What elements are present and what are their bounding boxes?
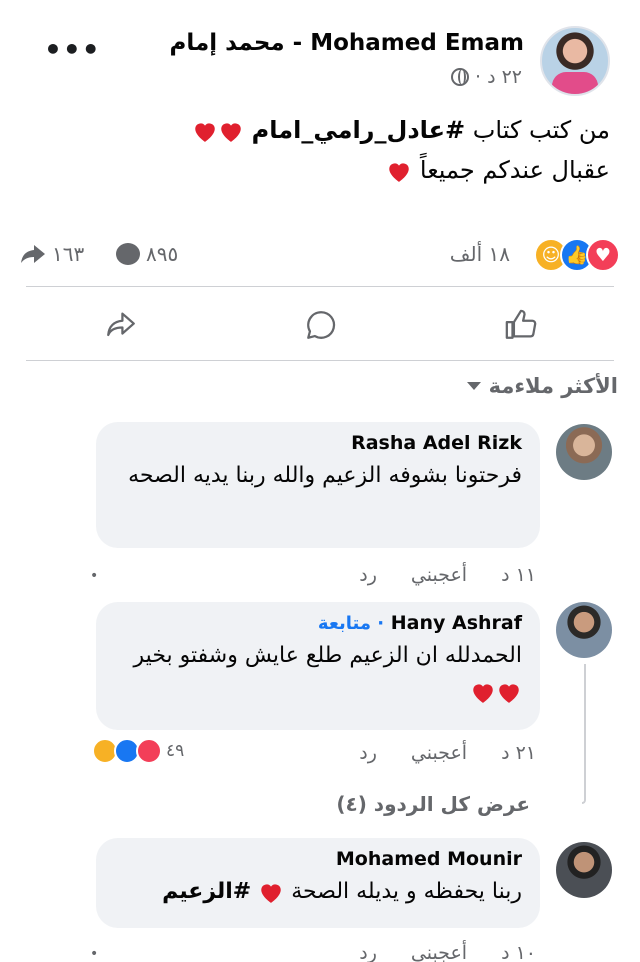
sort-label: الأكثر ملاءمة — [488, 374, 618, 398]
comment-icon — [307, 311, 336, 339]
commenter-name[interactable]: Hany Ashraf — [391, 612, 522, 634]
post-time[interactable]: ٢٢ د · — [475, 66, 522, 88]
share-arrow-icon — [21, 245, 45, 263]
comment-actions: ١٠ د أعجبني رد — [359, 942, 536, 962]
comment-reactions[interactable]: ٤٩ — [92, 738, 184, 764]
comment-hashtag[interactable]: #الزعيم — [162, 879, 251, 904]
thumbs-up-icon — [505, 309, 537, 339]
heart-emoji-icon — [195, 123, 215, 142]
comment-time[interactable]: ١٠ د — [501, 942, 536, 962]
share-icon — [107, 312, 135, 337]
comment-dot: • — [90, 568, 99, 584]
post-meta: ٢٢ د · — [450, 66, 522, 88]
follow-link[interactable]: · متابعة — [318, 613, 384, 634]
comment-bubble: Mohamed Mounir ربنا يحفظه و يديله الصحة … — [96, 838, 540, 928]
comment-bubble-icon — [116, 243, 140, 265]
comment-bubble: Hany Ashraf · متابعة الحمدلله ان الزعيم … — [96, 602, 540, 730]
comment-like-link[interactable]: أعجبني — [411, 942, 467, 962]
comment-actions: ٢١ د أعجبني رد — [359, 742, 536, 764]
comment-button[interactable] — [296, 302, 346, 348]
reactions-count[interactable]: ١٨ ألف — [450, 242, 510, 266]
heart-emoji-icon — [499, 684, 519, 703]
divider — [26, 360, 614, 361]
comment-text: فرحتونا بشوفه الزعيم والله ربنا يديه الص… — [128, 463, 522, 488]
heart-emoji-icon — [389, 163, 409, 182]
comment-text: الحمدلله ان الزعيم طلع عايش وشفتو بخير — [114, 638, 522, 710]
comment-time[interactable]: ٢١ د — [501, 742, 536, 764]
reaction-icons[interactable]: ☺ 👍 ♥ — [534, 238, 620, 272]
heart-emoji-icon — [221, 123, 241, 142]
heart-emoji-icon — [261, 884, 281, 903]
caret-down-icon — [466, 382, 481, 390]
comment-reply-link[interactable]: رد — [359, 564, 377, 586]
comment-dot: • — [90, 946, 99, 962]
like-button[interactable] — [496, 302, 546, 348]
share-button[interactable] — [96, 302, 146, 348]
comments-count[interactable]: ٨٩٥ — [116, 242, 178, 266]
love-reaction-icon: ♥ — [586, 238, 620, 272]
comment-like-link[interactable]: أعجبني — [411, 564, 467, 586]
commenter-name[interactable]: Mohamed Mounir — [114, 848, 522, 870]
comment-like-link[interactable]: أعجبني — [411, 742, 467, 764]
heart-emoji-icon — [473, 684, 493, 703]
comment-bubble: Rasha Adel Rizk فرحتونا بشوفه الزعيم وال… — [96, 422, 540, 548]
reactions-summary: ☺ 👍 ♥ ١٨ ألف ٨٩٥ ١٦٣ — [20, 236, 620, 276]
divider — [26, 286, 614, 287]
more-options-icon[interactable]: ••• — [44, 36, 101, 64]
shares-count-value: ١٦٣ — [52, 242, 85, 266]
comment-reactions-count: ٤٩ — [166, 741, 185, 761]
post-author-name[interactable]: Mohamed Emam - محمد إمام — [169, 30, 524, 56]
comments-count-value: ٨٩٥ — [146, 242, 179, 266]
comment-reply-link[interactable]: رد — [359, 742, 377, 764]
commenter-name[interactable]: Rasha Adel Rizk — [114, 432, 522, 454]
comment-text-body: ربنا يحفظه و يديله الصحة — [291, 879, 522, 904]
comment-sort-dropdown[interactable]: الأكثر ملاءمة — [466, 374, 618, 398]
globe-icon — [450, 68, 469, 86]
comment-time[interactable]: ١١ د — [501, 564, 536, 586]
commenter-avatar[interactable] — [556, 424, 612, 480]
post-line2: عقبال عندكم جميعاً — [419, 156, 610, 184]
commenter-avatar[interactable] — [556, 842, 612, 898]
post-text: من كتب كتاب #عادل_رامي_امام عقبال عندكم … — [50, 110, 610, 190]
comment-actions: ١١ د أعجبني رد — [359, 564, 536, 586]
post-hashtag[interactable]: #عادل_رامي_امام — [252, 116, 466, 144]
commenter-name-row: Hany Ashraf · متابعة — [114, 612, 522, 634]
love-reaction-icon — [136, 738, 162, 764]
post-line1-prefix: من كتب كتاب — [472, 116, 610, 144]
comment-reply-link[interactable]: رد — [359, 942, 377, 962]
shares-count[interactable]: ١٦٣ — [20, 242, 84, 266]
reply-thread-line — [582, 664, 586, 804]
commenter-avatar[interactable] — [556, 602, 612, 658]
comment-text: ربنا يحفظه و يديله الصحة #الزعيم — [114, 874, 522, 910]
view-all-replies[interactable]: عرض كل الردود (٤) — [336, 792, 530, 816]
comment-text-body: الحمدلله ان الزعيم طلع عايش وشفتو بخير — [133, 643, 522, 668]
post-author-avatar[interactable] — [540, 26, 610, 96]
